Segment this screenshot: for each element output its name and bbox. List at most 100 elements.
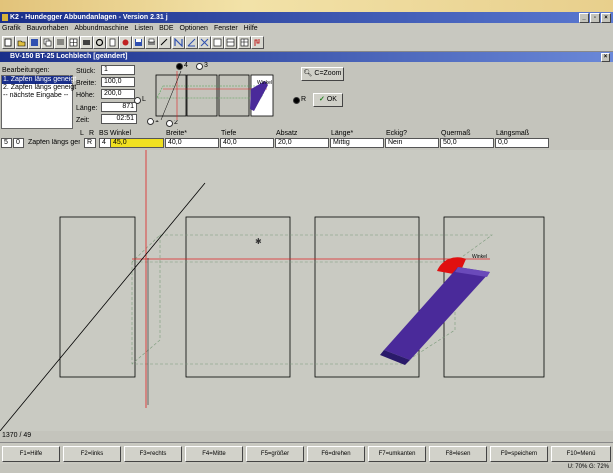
f4-center-button[interactable]: F4=Mitte xyxy=(185,446,243,462)
table-icon[interactable] xyxy=(238,36,251,49)
app-title: K2 - Hundegger Abbundanlagen - Version 2… xyxy=(10,14,168,21)
ok-button[interactable]: ✓ OK xyxy=(313,93,343,107)
eckig-field[interactable]: Nein xyxy=(385,138,439,148)
app-titlebar: K2 - Hundegger Abbundanlagen - Version 2… xyxy=(0,12,613,23)
laenge-param-field[interactable]: Mittig xyxy=(330,138,384,148)
menu-bar: Grafik Bauvorhaben Abbundmaschine Listen… xyxy=(0,23,613,34)
menu-bde[interactable]: BDE xyxy=(159,23,173,34)
header-winkel: Winkel xyxy=(110,130,132,137)
document-title: BV-150 BT-25 Lochblech [geändert] xyxy=(10,53,128,60)
document-icon[interactable] xyxy=(106,36,119,49)
laengsmass-field[interactable]: 0,0 xyxy=(495,138,549,148)
menu-bauvorhaben[interactable]: Bauvorhaben xyxy=(27,23,69,34)
desktop-top-band xyxy=(0,0,613,12)
list-item[interactable]: 1. Zapfen längs geneigt xyxy=(2,76,76,84)
quermass-field[interactable]: 50,0 xyxy=(440,138,494,148)
f7-flip-button[interactable]: F7=umkanten xyxy=(368,446,426,462)
breite-field[interactable]: 100,0 xyxy=(101,77,135,87)
view-frame-1 xyxy=(59,216,136,378)
list-item[interactable]: -- nächste Eingabe -- xyxy=(2,92,72,100)
view-split-icon[interactable] xyxy=(198,36,211,49)
header-bs: BS xyxy=(99,130,109,137)
operations-list[interactable]: 1. Zapfen längs geneigt 2. Zapfen längs … xyxy=(1,75,76,129)
function-key-bar: F1=Hilfe F2=links F3=rechts F4=Mitte F5=… xyxy=(0,442,613,464)
side-field[interactable]: R xyxy=(84,138,96,148)
f3-right-button[interactable]: F3=rechts xyxy=(124,446,182,462)
save-icon[interactable] xyxy=(132,36,145,49)
hoehe-label: Höhe: xyxy=(76,92,95,99)
print-icon[interactable] xyxy=(145,36,158,49)
document-close-icon[interactable]: × xyxy=(601,53,610,62)
restore-icon[interactable]: ▫ xyxy=(590,13,600,23)
f9-save-button[interactable]: F9=speichern xyxy=(490,446,548,462)
radio-4[interactable] xyxy=(176,63,183,70)
drawing-canvas[interactable]: ✱ Winkel xyxy=(0,150,613,432)
close-icon[interactable]: × xyxy=(601,13,611,23)
preview-winkel-tag: Winkel xyxy=(257,80,273,86)
header-r: R xyxy=(89,130,95,137)
zoom-button-label: C=Zoom xyxy=(314,70,342,77)
view-frame-2 xyxy=(185,216,291,378)
machine-icon[interactable] xyxy=(80,36,93,49)
bearbeitungen-label: Bearbeitungen: xyxy=(2,67,50,74)
header-breite: Breite* xyxy=(166,130,188,137)
open-icon[interactable] xyxy=(15,36,28,49)
cut-preview[interactable] xyxy=(153,70,275,121)
view-angle-icon[interactable] xyxy=(185,36,198,49)
zeit-field: 02:51 xyxy=(101,114,137,124)
radio-4-label: 4 xyxy=(184,62,188,69)
f2-left-button[interactable]: F2=links xyxy=(63,446,121,462)
radio-r[interactable] xyxy=(293,97,300,104)
radio-3[interactable] xyxy=(196,63,203,70)
absatz-field[interactable]: 20,0 xyxy=(275,138,329,148)
record-icon[interactable] xyxy=(119,36,132,49)
list-icon[interactable] xyxy=(54,36,67,49)
radio-l[interactable] xyxy=(134,97,141,104)
ok-button-label: OK xyxy=(326,96,337,103)
zoom-button[interactable]: 🔍︎ C=Zoom xyxy=(301,67,344,81)
f1-help-button[interactable]: F1=Hilfe xyxy=(2,446,60,462)
view-n-icon[interactable] xyxy=(172,36,185,49)
header-l: L xyxy=(80,130,84,137)
svg-text:✱: ✱ xyxy=(255,237,262,246)
radio-2-label: 2 xyxy=(174,119,178,126)
minimize-icon[interactable]: _ xyxy=(579,13,589,23)
menu-hilfe[interactable]: Hilfe xyxy=(244,23,258,34)
menu-fenster[interactable]: Fenster xyxy=(214,23,238,34)
gear-icon[interactable] xyxy=(93,36,106,49)
chart-icon[interactable] xyxy=(251,36,264,49)
nr-field[interactable]: 5 xyxy=(1,138,12,148)
zoom-status: U: 70% G: 72% xyxy=(567,464,609,470)
canvas-winkel-tag: Winkel xyxy=(472,254,488,260)
breite-param-field[interactable]: 40,0 xyxy=(165,138,219,148)
grid-icon[interactable] xyxy=(67,36,80,49)
menu-abbundmaschine[interactable]: Abbundmaschine xyxy=(74,23,128,34)
tiefe-field[interactable]: 40,0 xyxy=(220,138,274,148)
winkel-field[interactable]: 45,0 xyxy=(110,138,164,148)
breite-label: Breite: xyxy=(76,80,97,87)
f8-read-button[interactable]: F8=lesen xyxy=(429,446,487,462)
copy-icon[interactable] xyxy=(41,36,54,49)
hoehe-field[interactable]: 200,0 xyxy=(101,89,135,99)
radio-2[interactable] xyxy=(166,120,173,127)
f6-rotate-button[interactable]: F6=drehen xyxy=(307,446,365,462)
new-icon[interactable] xyxy=(2,36,15,49)
header-quermass: Quermaß xyxy=(441,130,471,137)
measure-icon[interactable] xyxy=(158,36,171,49)
cut-shape xyxy=(384,267,490,360)
f5-larger-button[interactable]: F5=größer xyxy=(246,446,304,462)
menu-grafik[interactable]: Grafik xyxy=(2,23,21,34)
menu-optionen[interactable]: Optionen xyxy=(180,23,208,34)
coordinate-readout: 1370 / 49 xyxy=(2,432,35,440)
layout-icon[interactable] xyxy=(224,36,237,49)
stueck-field[interactable]: 1 xyxy=(101,65,135,75)
bookmark-icon[interactable] xyxy=(28,36,41,49)
f10-menu-button[interactable]: F10=Menü xyxy=(551,446,611,462)
magnifier-icon: 🔍︎ xyxy=(303,70,313,77)
seq-field[interactable]: 0 xyxy=(13,138,24,148)
window-icon[interactable] xyxy=(211,36,224,49)
list-item[interactable]: 2. Zapfen längs geneigt xyxy=(2,84,76,92)
radio-r-label: R xyxy=(301,96,307,103)
menu-listen[interactable]: Listen xyxy=(134,23,153,34)
zeit-label: Zeit: xyxy=(76,117,90,124)
